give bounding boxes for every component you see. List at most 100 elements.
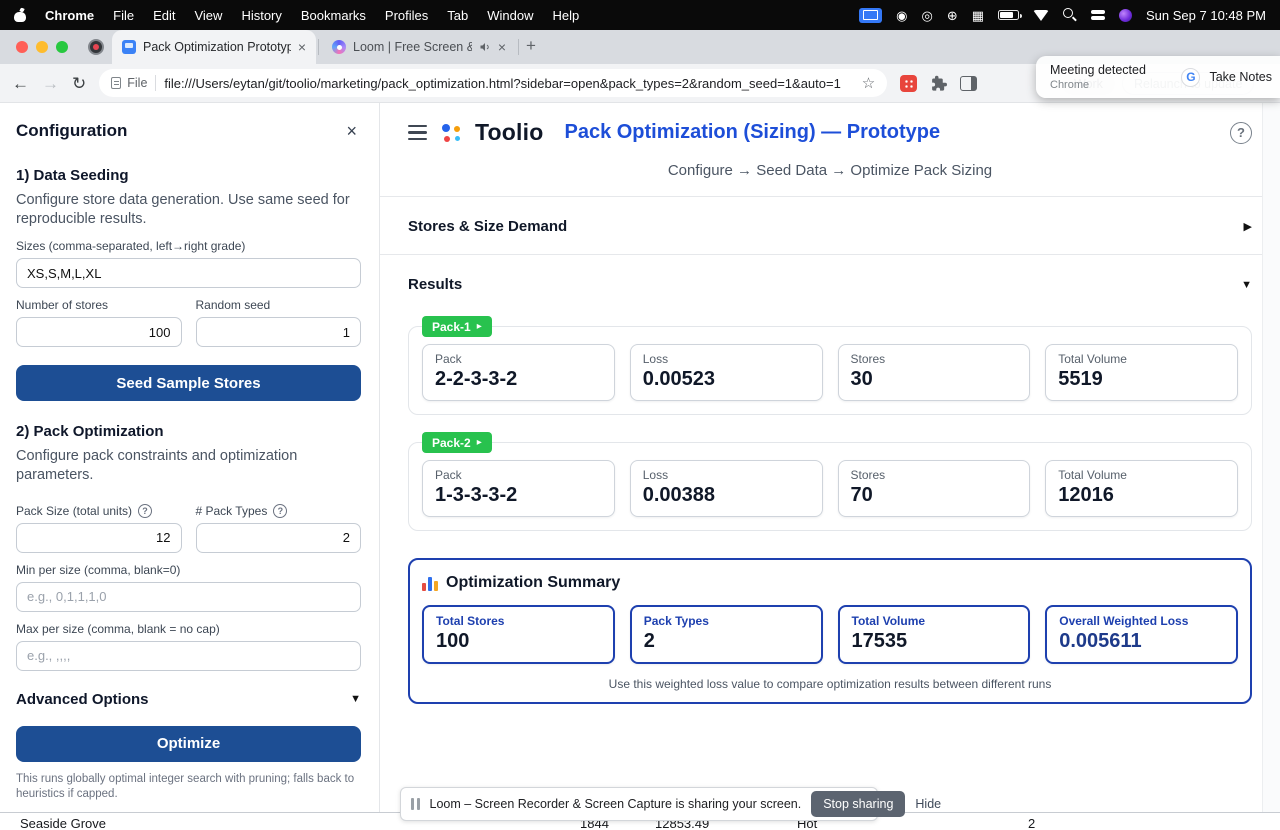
search-icon[interactable] (1063, 8, 1077, 22)
sharing-message: Loom – Screen Recorder & Screen Capture … (429, 797, 802, 811)
menu-icon[interactable] (408, 124, 427, 141)
pack-types-input[interactable] (195, 522, 361, 553)
toolio-logo-icon (440, 122, 462, 144)
seed-sample-stores-button[interactable]: Seed Sample Stores (16, 365, 361, 402)
siri-icon[interactable] (1119, 8, 1133, 22)
menu-window[interactable]: Window (487, 8, 533, 23)
apple-menu-icon[interactable] (14, 8, 26, 22)
number-of-stores-input[interactable] (16, 317, 182, 348)
menu-profiles[interactable]: Profiles (385, 8, 428, 23)
minimize-window-button[interactable] (36, 41, 48, 53)
random-seed-input[interactable] (195, 317, 361, 348)
reload-button[interactable]: ↻ (72, 75, 86, 92)
status-icon-2[interactable]: ⊕ (947, 9, 958, 22)
tab-audio-icon[interactable] (479, 41, 491, 53)
max-per-size-label: Max per size (comma, blank = no cap) (16, 621, 220, 636)
camera-icon[interactable]: ◉ (896, 9, 907, 22)
scrollbar-gutter[interactable] (1262, 103, 1280, 812)
menu-chrome[interactable]: Chrome (45, 8, 94, 23)
stat-label: Pack Types (643, 614, 709, 628)
hide-link[interactable]: Hide (915, 797, 941, 811)
notification-title: Meeting detected (1050, 63, 1146, 77)
new-tab-button[interactable]: + (526, 36, 536, 56)
close-tab-icon[interactable]: × (498, 40, 506, 54)
summary-title: Optimization Summary (446, 574, 621, 591)
caret-right-icon: ▸ (476, 321, 482, 332)
zoom-window-button[interactable] (56, 41, 68, 53)
address-bar[interactable]: File file:///Users/eytan/git/toolio/mark… (99, 69, 888, 97)
stat-label: Stores (850, 468, 886, 482)
control-center-icon[interactable] (1091, 9, 1105, 21)
configuration-sidebar: Configuration × 1) Data Seeding Configur… (0, 103, 380, 812)
summary-card-total-stores: Total Stores 100 (422, 605, 615, 664)
stat-label: Total Volume (1058, 352, 1127, 366)
stat-card-loss: Loss 0.00523 (629, 344, 823, 401)
macos-menubar: Chrome File Edit View History Bookmarks … (0, 0, 1280, 30)
forward-button[interactable]: → (42, 75, 59, 92)
summary-card-overall-weighted-loss: Overall Weighted Loss 0.005611 (1045, 605, 1238, 664)
tab-loom[interactable]: Loom | Free Screen & Vid... × (322, 30, 516, 64)
menu-edit[interactable]: Edit (153, 8, 175, 23)
stat-value: 1-3-3-3-2 (435, 484, 518, 506)
stat-label: Pack (435, 352, 462, 366)
help-icon[interactable]: ? (273, 503, 288, 518)
menu-help[interactable]: Help (553, 8, 580, 23)
data-seeding-heading: 1) Data Seeding (16, 167, 129, 184)
stat-card-total-volume: Total Volume 5519 (1045, 344, 1238, 401)
help-icon[interactable]: ? (1230, 121, 1252, 144)
menu-tab[interactable]: Tab (447, 8, 468, 23)
min-per-size-input[interactable] (16, 581, 361, 612)
meeting-detected-notification: Meeting detected Chrome G Take Notes (1036, 56, 1280, 98)
optimization-summary: Optimization Summary Total Stores 100 Pa… (408, 558, 1252, 704)
advanced-options-toggle[interactable]: Advanced Options ▼ (16, 691, 361, 708)
stat-card-stores: Stores 30 (837, 344, 1031, 401)
pack-1-badge[interactable]: Pack-1 ▸ (422, 316, 492, 337)
close-window-button[interactable] (16, 41, 28, 53)
url-text[interactable]: file:///Users/eytan/git/toolio/marketing… (164, 76, 853, 91)
stat-card-loss: Loss 0.00388 (629, 460, 823, 517)
menu-history[interactable]: History (241, 8, 281, 23)
pack-size-input[interactable] (16, 522, 182, 553)
file-chip-label: File (127, 76, 148, 90)
take-notes-button[interactable]: Take Notes (1209, 70, 1272, 84)
file-scheme-chip: File (111, 76, 147, 90)
page-favicon (122, 40, 136, 54)
close-tab-icon[interactable]: × (298, 40, 306, 54)
stat-label: Total Volume (851, 614, 926, 628)
chevron-down-icon[interactable]: ▼ (1241, 279, 1252, 291)
max-per-size-input[interactable] (16, 640, 361, 671)
results-section-title: Results (408, 276, 463, 293)
tab-pack-optimization[interactable]: Pack Optimization Prototype × (112, 30, 316, 64)
optimize-button[interactable]: Optimize (16, 725, 361, 762)
keyboard-icon[interactable]: ▦ (972, 9, 984, 22)
battery-icon[interactable] (998, 10, 1022, 20)
menu-bookmarks[interactable]: Bookmarks (301, 8, 366, 23)
bookmark-star-icon[interactable]: ☆ (862, 74, 875, 92)
sizes-input[interactable] (16, 258, 361, 289)
back-button[interactable]: ← (12, 75, 29, 92)
stores-size-demand-section[interactable]: Stores & Size Demand ▶ (380, 197, 1280, 255)
wifi-icon[interactable] (1033, 9, 1050, 21)
menu-view[interactable]: View (194, 8, 222, 23)
screen-sharing-icon[interactable] (859, 7, 883, 23)
gemini-logo-icon: G (1181, 67, 1201, 87)
menu-file[interactable]: File (113, 8, 134, 23)
recording-indicator-icon[interactable] (88, 39, 104, 55)
side-panel-icon[interactable] (960, 75, 978, 91)
close-sidebar-icon[interactable]: × (342, 122, 361, 140)
stop-sharing-button[interactable]: Stop sharing (811, 791, 906, 817)
loom-sharing-bar: Loom – Screen Recorder & Screen Capture … (400, 787, 941, 821)
results-section[interactable]: Results ▼ (380, 255, 1280, 312)
stat-card-stores: Stores 70 (837, 460, 1031, 517)
table-cell-store-name: Seaside Grove (20, 816, 106, 830)
status-icon-1[interactable]: ◎ (921, 9, 932, 22)
pack-2-badge[interactable]: Pack-2 ▸ (422, 432, 492, 453)
extensions-puzzle-icon[interactable] (930, 75, 948, 92)
chevron-right-icon[interactable]: ▶ (1244, 220, 1252, 233)
extension-icon-red[interactable] (900, 74, 918, 92)
stores-section-title: Stores & Size Demand (408, 218, 568, 235)
app-header: Toolio Pack Optimization (Sizing) — Prot… (380, 103, 1280, 156)
menubar-clock[interactable]: Sun Sep 7 10:48 PM (1146, 8, 1266, 23)
stat-label: Total Volume (1058, 468, 1127, 482)
help-icon[interactable]: ? (138, 503, 153, 518)
